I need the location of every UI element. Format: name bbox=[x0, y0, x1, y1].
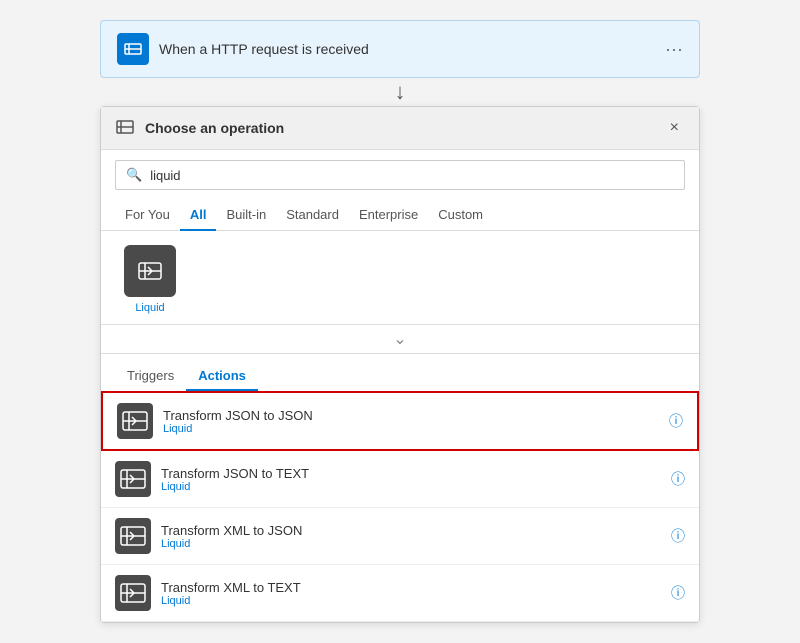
choose-operation-panel: Choose an operation × 🔍 For You All Buil… bbox=[100, 106, 700, 623]
tabs-bar: For You All Built-in Standard Enterprise… bbox=[101, 200, 699, 231]
action-item-3[interactable]: Transform XML to JSON Liquid ⓘ bbox=[101, 508, 699, 565]
action-item-1[interactable]: Transform JSON to JSON Liquid ⓘ bbox=[101, 391, 699, 451]
chevron-expand[interactable]: ⌄ bbox=[101, 325, 699, 354]
action-name-3: Transform XML to JSON bbox=[161, 523, 661, 538]
liquid-connector-label: Liquid bbox=[135, 302, 164, 314]
http-icon bbox=[117, 33, 149, 65]
connector-arrow: ↓ bbox=[385, 78, 415, 106]
http-request-block: When a HTTP request is received ··· bbox=[100, 20, 700, 78]
tab-enterprise[interactable]: Enterprise bbox=[349, 200, 428, 231]
action-icon-1 bbox=[117, 403, 153, 439]
action-sub-3: Liquid bbox=[161, 538, 661, 550]
action-info-3[interactable]: ⓘ bbox=[671, 526, 685, 546]
action-text-1: Transform JSON to JSON Liquid bbox=[163, 408, 659, 435]
tab-for-you[interactable]: For You bbox=[115, 200, 180, 231]
panel-title: Choose an operation bbox=[145, 120, 284, 136]
close-button[interactable]: × bbox=[664, 117, 685, 139]
tab-all[interactable]: All bbox=[180, 200, 217, 231]
action-info-1[interactable]: ⓘ bbox=[669, 411, 683, 431]
action-icon-4 bbox=[115, 575, 151, 611]
sub-tabs-bar: Triggers Actions bbox=[101, 354, 699, 391]
action-text-4: Transform XML to TEXT Liquid bbox=[161, 580, 661, 607]
search-box: 🔍 bbox=[115, 160, 685, 190]
action-item-4[interactable]: Transform XML to TEXT Liquid ⓘ bbox=[101, 565, 699, 622]
action-list: Transform JSON to JSON Liquid ⓘ Transfor bbox=[101, 391, 699, 622]
action-text-2: Transform JSON to TEXT Liquid bbox=[161, 466, 661, 493]
tab-standard[interactable]: Standard bbox=[276, 200, 349, 231]
action-info-4[interactable]: ⓘ bbox=[671, 583, 685, 603]
action-sub-4: Liquid bbox=[161, 595, 661, 607]
action-icon-3 bbox=[115, 518, 151, 554]
sub-tab-triggers[interactable]: Triggers bbox=[115, 362, 186, 391]
tab-built-in[interactable]: Built-in bbox=[216, 200, 276, 231]
canvas: When a HTTP request is received ··· ↓ Ch… bbox=[20, 20, 780, 623]
action-name-4: Transform XML to TEXT bbox=[161, 580, 661, 595]
panel-header-left: Choose an operation bbox=[115, 117, 284, 139]
action-sub-1: Liquid bbox=[163, 423, 659, 435]
http-block-menu[interactable]: ··· bbox=[665, 39, 683, 60]
liquid-connector-icon bbox=[124, 245, 176, 297]
action-info-2[interactable]: ⓘ bbox=[671, 469, 685, 489]
panel-header-icon bbox=[115, 117, 137, 139]
liquid-connector[interactable]: Liquid bbox=[115, 245, 185, 314]
action-name-1: Transform JSON to JSON bbox=[163, 408, 659, 423]
panel-header: Choose an operation × bbox=[101, 107, 699, 150]
action-text-3: Transform XML to JSON Liquid bbox=[161, 523, 661, 550]
action-name-2: Transform JSON to TEXT bbox=[161, 466, 661, 481]
search-icon: 🔍 bbox=[126, 167, 142, 183]
http-block-left: When a HTTP request is received bbox=[117, 33, 369, 65]
action-item-2[interactable]: Transform JSON to TEXT Liquid ⓘ bbox=[101, 451, 699, 508]
connector-section: Liquid bbox=[101, 231, 699, 325]
sub-tab-actions[interactable]: Actions bbox=[186, 362, 258, 391]
http-block-title: When a HTTP request is received bbox=[159, 41, 369, 57]
action-sub-2: Liquid bbox=[161, 481, 661, 493]
tab-custom[interactable]: Custom bbox=[428, 200, 493, 231]
search-input[interactable] bbox=[150, 168, 674, 183]
action-icon-2 bbox=[115, 461, 151, 497]
